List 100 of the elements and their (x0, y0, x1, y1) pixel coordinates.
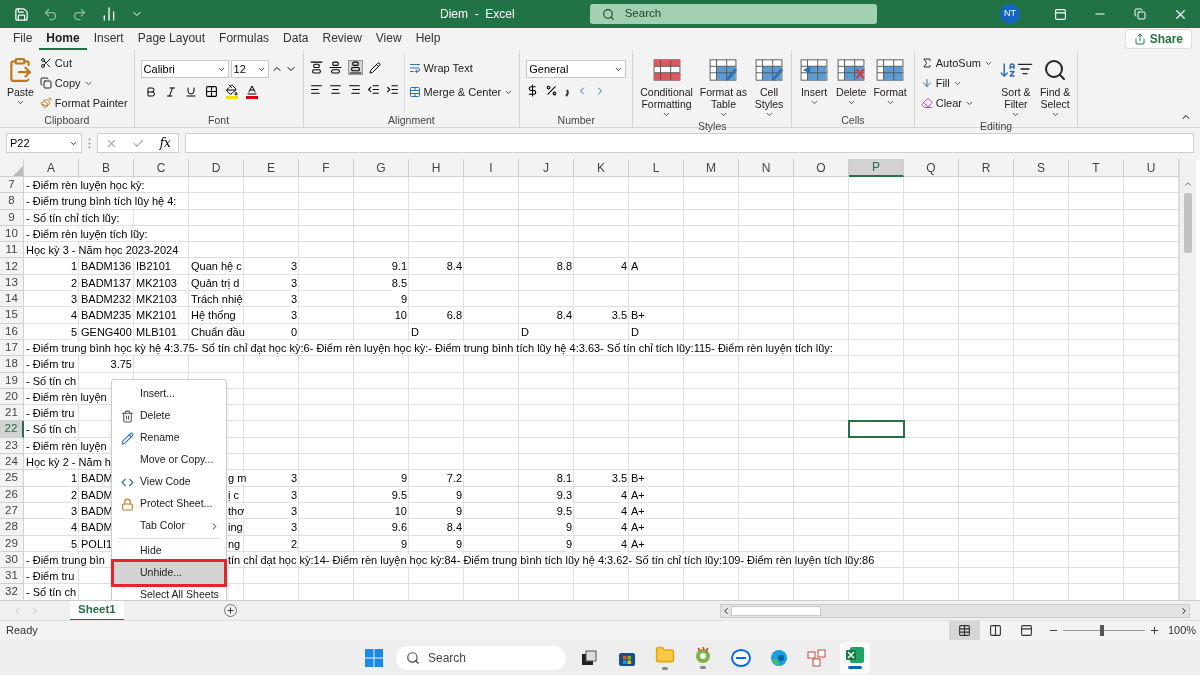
column-header[interactable]: K (574, 159, 629, 177)
cell-styles-button[interactable]: Cell Styles (753, 54, 786, 119)
sheet-tab[interactable]: Sheet1 (70, 600, 124, 621)
percent-icon[interactable] (545, 84, 559, 97)
edge-icon[interactable] (770, 648, 788, 667)
column-header[interactable]: H (409, 159, 464, 177)
borders-icon[interactable] (204, 85, 218, 98)
scroll-up-icon[interactable] (1183, 179, 1193, 189)
task-view-icon[interactable] (581, 649, 597, 666)
row-header[interactable]: 28 (0, 519, 24, 536)
ribbon-tab[interactable]: File (6, 28, 40, 50)
scroll-left-icon[interactable] (721, 605, 731, 616)
active-cell[interactable] (849, 421, 904, 438)
copy-button[interactable]: Copy (39, 74, 128, 92)
autosum-button[interactable]: AutoSum (920, 54, 993, 72)
align-middle-icon[interactable] (328, 61, 342, 74)
fill-color-icon[interactable] (225, 84, 238, 99)
column-header[interactable]: I (464, 159, 519, 177)
paste-button[interactable]: Paste (6, 54, 35, 113)
column-header[interactable]: Q (904, 159, 959, 177)
scroll-thumb[interactable] (731, 605, 821, 616)
align-bottom-icon[interactable] (347, 60, 363, 75)
taskbar-search-field[interactable]: Search (396, 645, 566, 670)
row-header[interactable]: 25 (0, 470, 24, 487)
increase-indent-icon[interactable] (385, 83, 399, 96)
menu-item[interactable]: Unhide... (114, 562, 224, 584)
find-select-button[interactable]: Find & Select (1038, 54, 1072, 119)
scroll-thumb[interactable] (1184, 193, 1192, 253)
vertical-scrollbar[interactable] (1179, 159, 1196, 600)
number-format-field[interactable]: General (526, 60, 627, 78)
menu-item[interactable]: Protect Sheet... (114, 493, 224, 515)
tiles-icon[interactable] (807, 648, 827, 667)
chat-icon[interactable] (731, 648, 751, 667)
user-avatar[interactable]: NT (1000, 4, 1020, 24)
scroll-right-icon[interactable] (1179, 605, 1189, 616)
zoom-level[interactable]: 100% (1168, 622, 1196, 639)
column-header[interactable]: B (79, 159, 134, 177)
orientation-icon[interactable] (368, 61, 381, 74)
clear-button[interactable]: Clear (920, 94, 993, 112)
format-as-table-button[interactable]: Format as Table (698, 54, 749, 119)
zoom-in-icon[interactable] (1149, 625, 1160, 636)
row-header[interactable]: 24 (0, 454, 24, 471)
row-header[interactable]: 22 (0, 421, 24, 438)
share-button[interactable]: Share (1124, 29, 1192, 49)
row-header[interactable]: 21 (0, 405, 24, 422)
row-header[interactable]: 8 (0, 193, 24, 210)
column-header[interactable]: P (849, 159, 904, 177)
grip-icon[interactable] (88, 137, 91, 149)
cut-button[interactable]: Cut (39, 54, 128, 72)
column-header[interactable]: T (1069, 159, 1124, 177)
menu-item[interactable]: Delete (114, 405, 224, 427)
formula-input[interactable] (185, 133, 1194, 153)
menu-item[interactable]: Tab Color (114, 515, 224, 537)
ribbon-tab[interactable]: Formulas (212, 28, 277, 50)
row-header[interactable]: 11 (0, 242, 24, 259)
row-header[interactable]: 12 (0, 258, 24, 275)
row-header[interactable]: 18 (0, 356, 24, 373)
conditional-formatting-button[interactable]: Conditional Formatting (639, 54, 694, 119)
excel-icon[interactable] (845, 646, 865, 664)
underline-icon[interactable] (184, 85, 197, 98)
normal-view-icon[interactable] (949, 620, 980, 641)
menu-item[interactable]: Select All Sheets (114, 584, 224, 600)
ribbon-tab[interactable]: Data (276, 28, 316, 50)
column-header[interactable]: M (684, 159, 739, 177)
browser-icon[interactable] (694, 646, 712, 664)
row-header[interactable]: 32 (0, 584, 24, 600)
column-header[interactable]: F (299, 159, 354, 177)
sort-filter-button[interactable]: Sort & Filter (997, 54, 1034, 119)
align-right-icon[interactable] (347, 83, 361, 96)
column-header[interactable]: L (629, 159, 684, 177)
column-header[interactable]: R (959, 159, 1014, 177)
column-header[interactable]: D (189, 159, 244, 177)
ribbon-tab[interactable]: Help (408, 28, 448, 50)
insert-cells-button[interactable]: Insert (798, 54, 831, 113)
font-color-icon[interactable] (245, 84, 258, 99)
start-icon[interactable] (365, 648, 383, 667)
column-header[interactable]: E (244, 159, 299, 177)
zoom-slider-thumb[interactable] (1099, 625, 1104, 636)
column-header[interactable]: G (354, 159, 409, 177)
format-cells-button[interactable]: Format (872, 54, 908, 113)
ribbon-tab[interactable]: Review (315, 28, 369, 50)
menu-item[interactable]: Rename (114, 427, 224, 449)
column-header[interactable]: S (1014, 159, 1069, 177)
align-left-icon[interactable] (309, 83, 323, 96)
row-header[interactable]: 31 (0, 568, 24, 585)
menu-item[interactable]: Hide (114, 540, 224, 562)
wrap-text-button[interactable]: Wrap Text (408, 59, 514, 77)
insert-function-button[interactable]: fx (159, 134, 171, 152)
italic-icon[interactable] (164, 85, 177, 98)
menu-item[interactable]: Insert... (114, 383, 224, 405)
font-name-field[interactable]: Calibri (140, 60, 229, 78)
horizontal-scrollbar[interactable] (720, 603, 1190, 618)
align-top-icon[interactable] (309, 61, 323, 74)
menu-item[interactable]: Move or Copy... (114, 449, 224, 471)
row-header[interactable]: 14 (0, 291, 24, 308)
bold-icon[interactable] (144, 85, 157, 98)
font-size-field[interactable]: 12 (230, 60, 269, 78)
fill-button[interactable]: Fill (920, 74, 993, 92)
ribbon-tab[interactable]: Insert (86, 28, 131, 50)
save-icon[interactable] (14, 6, 29, 22)
